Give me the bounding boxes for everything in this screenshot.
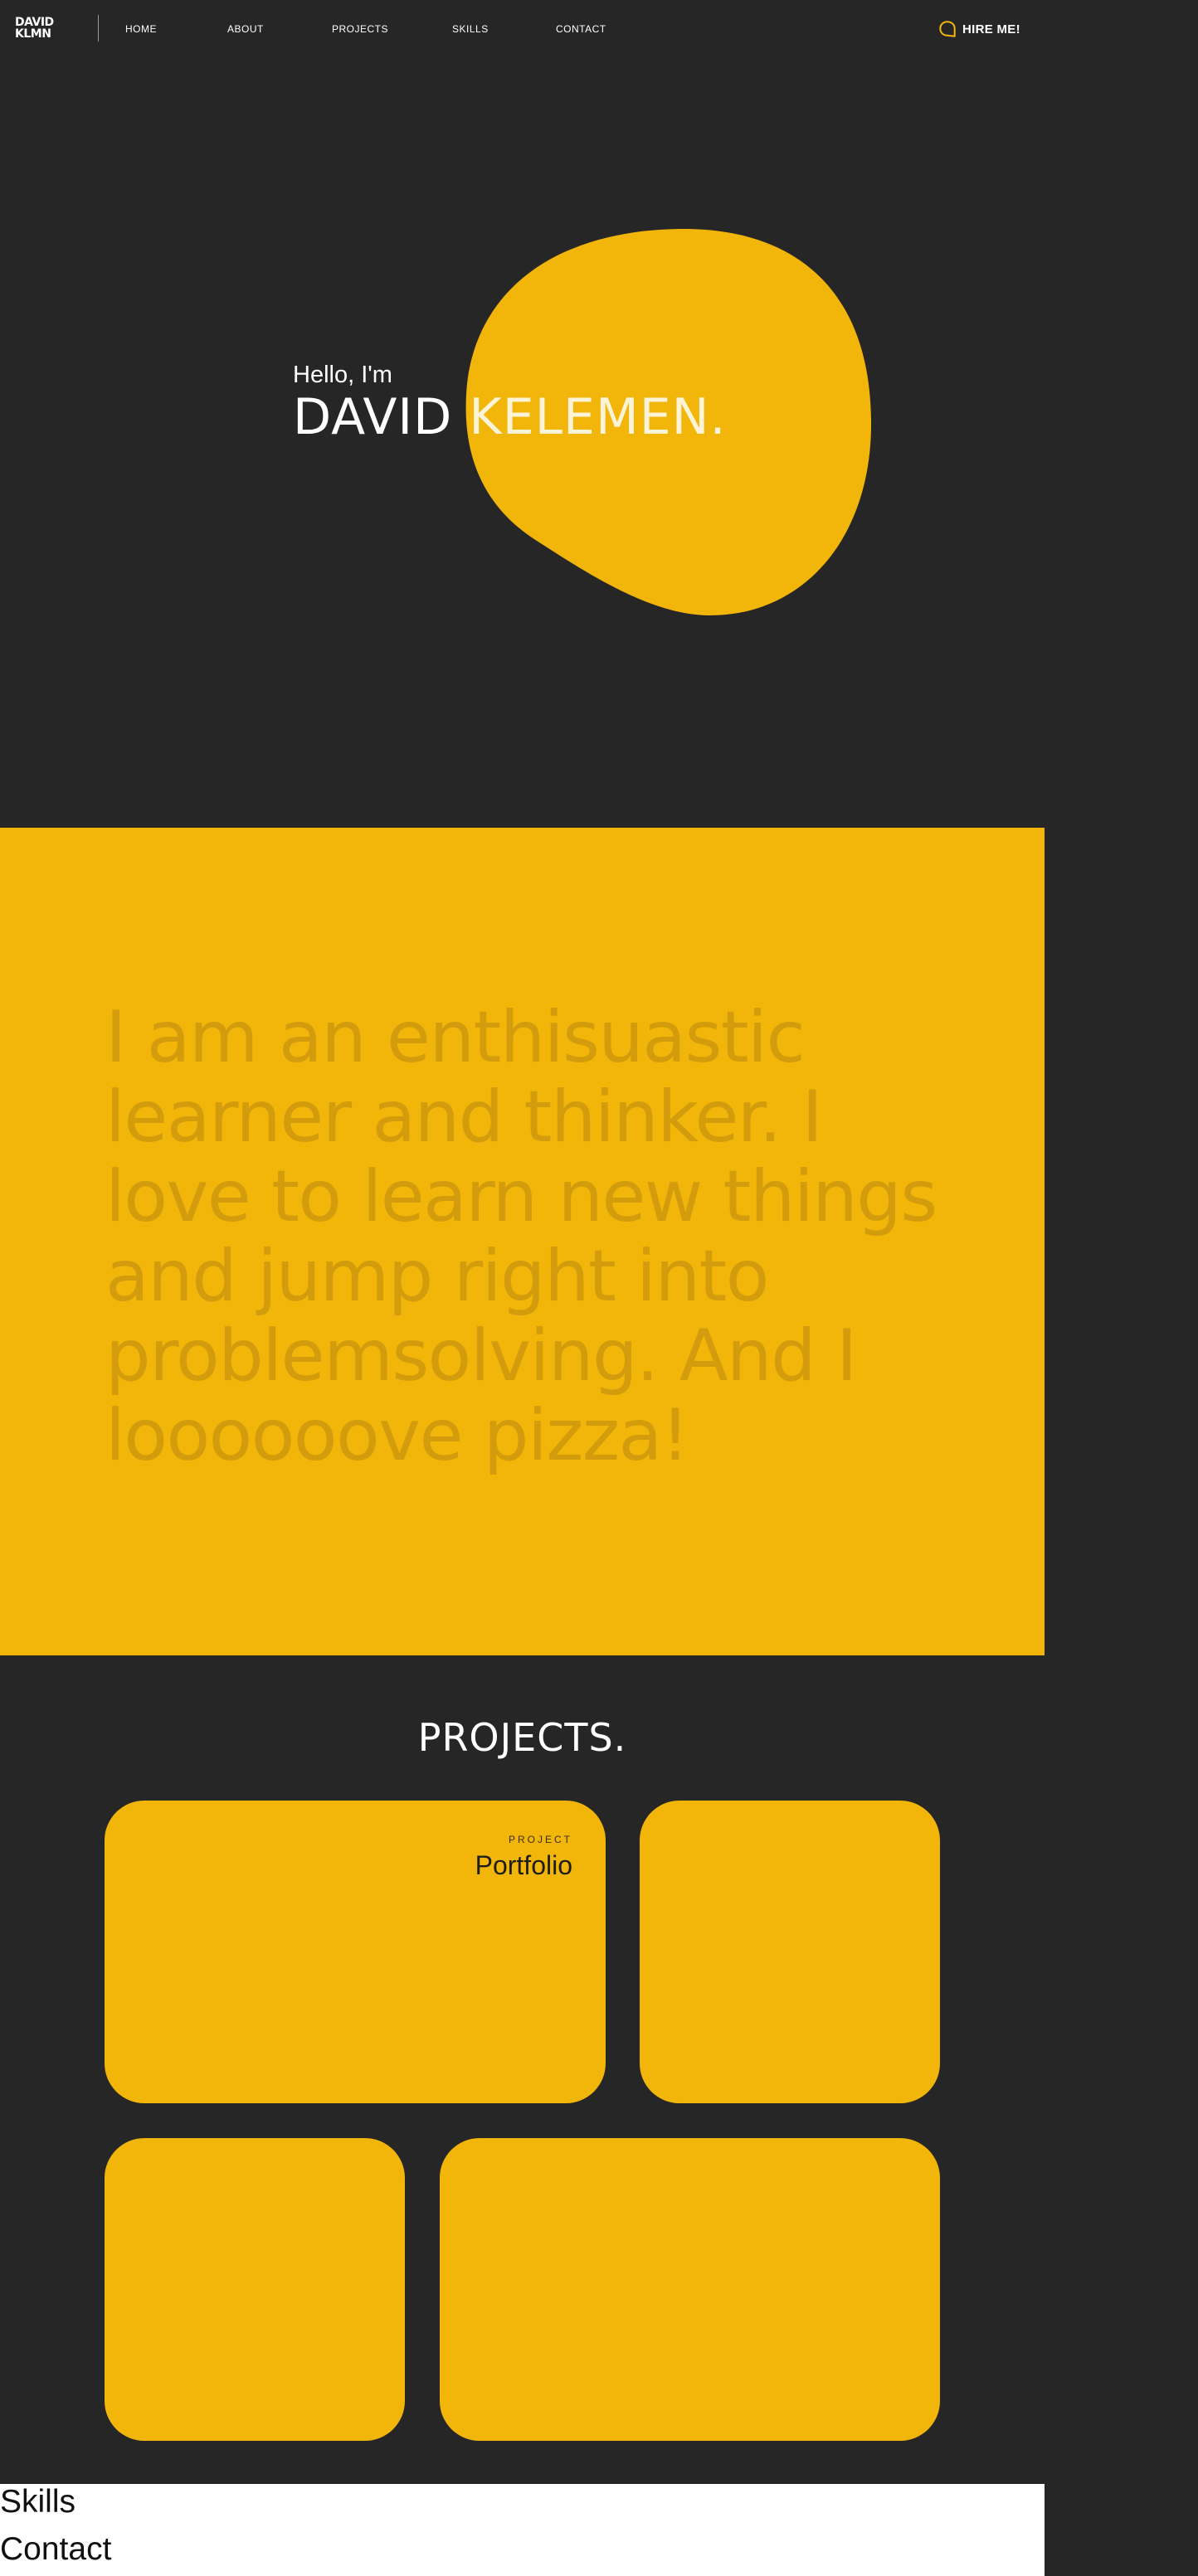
- contact-link[interactable]: Contact: [0, 2531, 111, 2568]
- nav-link-projects[interactable]: PROJECTS: [332, 23, 388, 35]
- project-card-3[interactable]: [105, 2138, 405, 2441]
- nav-link-skills[interactable]: SKILLS: [452, 23, 489, 35]
- top-nav: DAVID KLMN HOME ABOUT PROJECTS SKILLS CO…: [0, 0, 1198, 58]
- hero-name: DAVID KELEMEN.: [293, 388, 727, 446]
- nav-divider: [98, 15, 99, 41]
- hero-first-name: DAVID: [293, 388, 453, 446]
- project-card-kicker: PROJECT: [508, 1834, 572, 1845]
- hire-me-button[interactable]: HIRE ME!: [938, 18, 1020, 40]
- skills-link[interactable]: Skills: [0, 2484, 75, 2520]
- logo-line-1: DAVID: [15, 16, 54, 29]
- project-card-4[interactable]: [440, 2138, 940, 2441]
- nav-link-about[interactable]: ABOUT: [227, 23, 264, 35]
- hero-last-name: KELEMEN.: [469, 388, 727, 446]
- site-logo[interactable]: DAVID KLMN: [15, 17, 54, 40]
- chat-bubble-icon: [939, 21, 956, 37]
- hero-section: Hello, I'm DAVID KELEMEN.: [0, 58, 1198, 828]
- footer-block: Skills Contact: [0, 2484, 1045, 2576]
- hero-greeting: Hello, I'm: [293, 362, 392, 388]
- hire-me-label: HIRE ME!: [962, 22, 1020, 36]
- project-card-portfolio[interactable]: PROJECT Portfolio: [105, 1801, 606, 2103]
- logo-line-2: KLMN: [15, 27, 51, 41]
- project-card-title: Portfolio: [475, 1850, 572, 1880]
- nav-link-contact[interactable]: CONTACT: [556, 23, 606, 35]
- nav-link-home[interactable]: HOME: [125, 23, 157, 35]
- projects-title: PROJECTS.: [417, 1715, 627, 1760]
- about-section: I am an enthisuastic learner and thinker…: [0, 828, 1045, 1655]
- project-card-2[interactable]: [640, 1801, 940, 2103]
- about-text: I am an enthisuastic learner and thinker…: [105, 996, 937, 1477]
